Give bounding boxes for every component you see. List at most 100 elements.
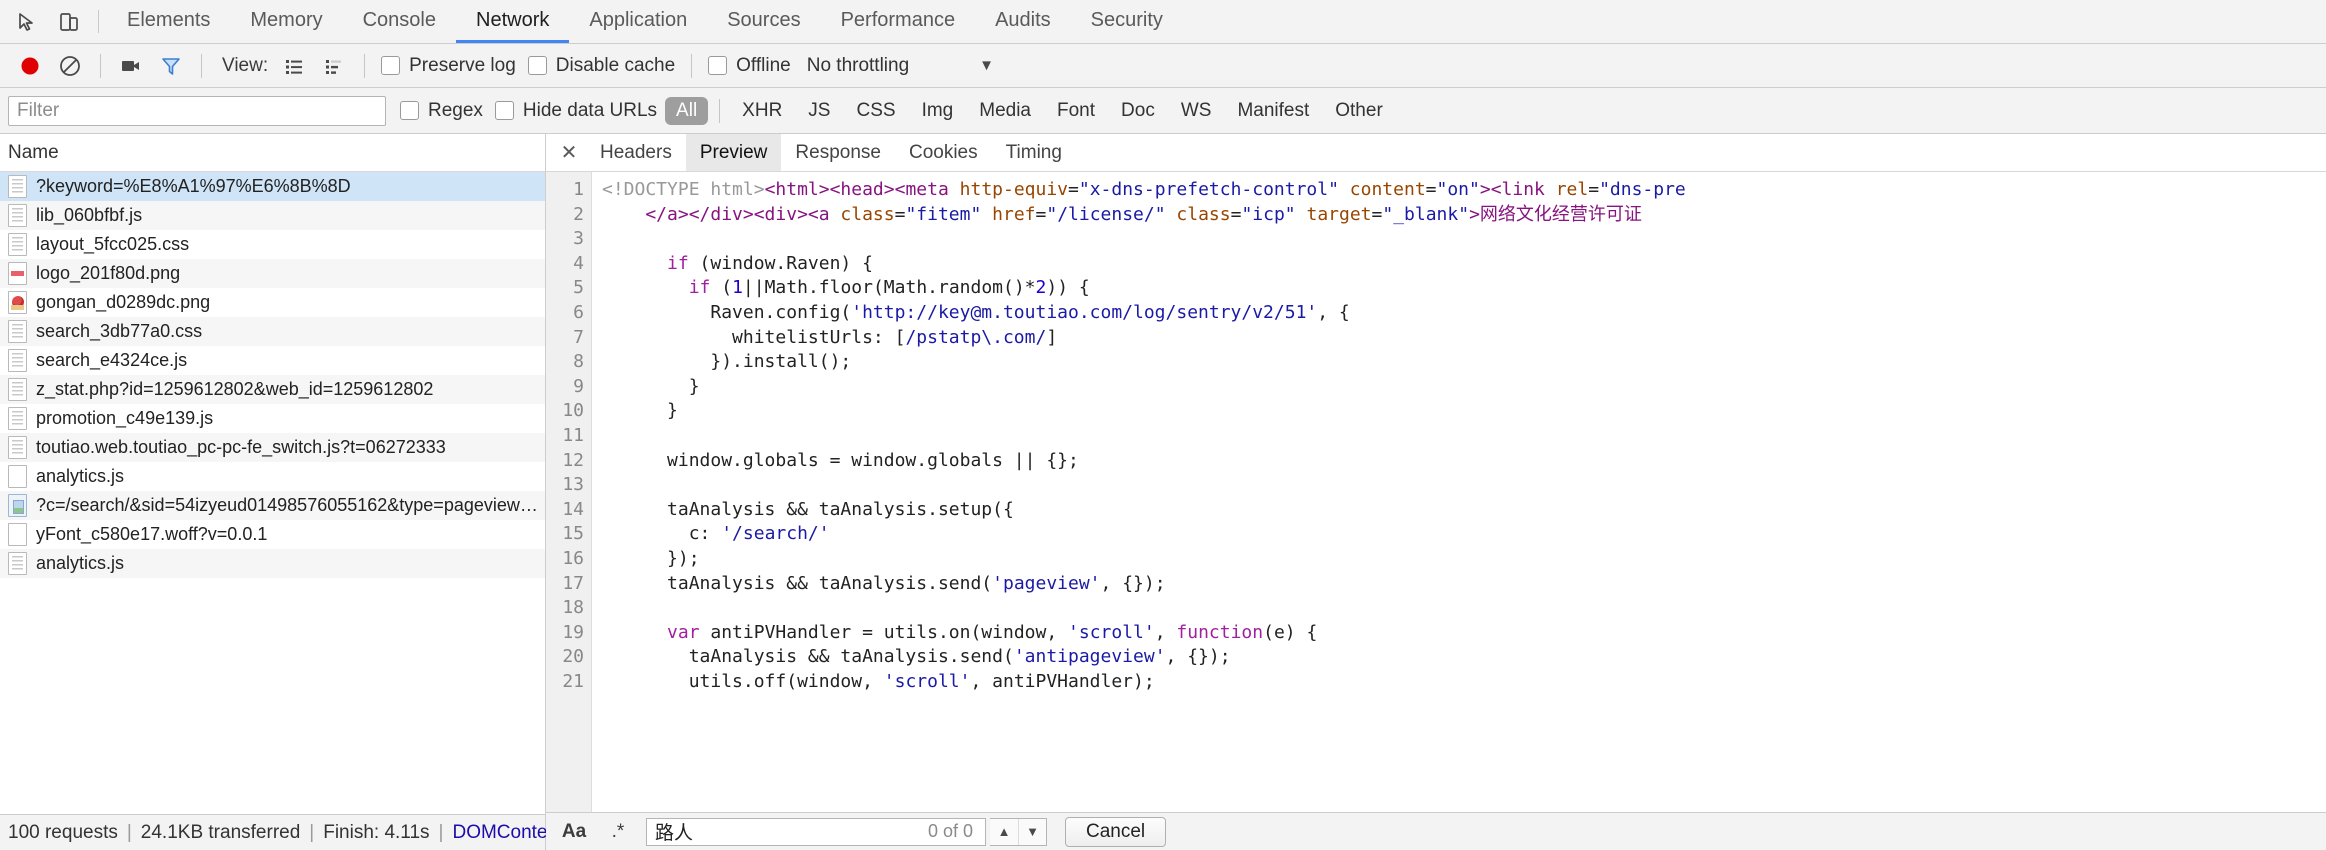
code-token: </a></div><div><a [602, 203, 841, 225]
request-row[interactable]: logo_201f80d.png [0, 259, 545, 288]
tab-elements[interactable]: Elements [107, 0, 230, 43]
line-number: 4 [573, 252, 584, 274]
tab-label: Network [476, 8, 550, 31]
tab-memory[interactable]: Memory [230, 0, 342, 43]
tab-network[interactable]: Network [456, 0, 570, 43]
record-circle-icon[interactable] [10, 46, 50, 86]
request-row[interactable]: promotion_c49e139.js [0, 404, 545, 433]
request-name: yFont_c580e17.woff?v=0.0.1 [36, 524, 268, 544]
tab-label: Performance [840, 8, 956, 31]
cancel-button[interactable]: Cancel [1065, 816, 1167, 847]
request-row[interactable]: layout_5fcc025.css [0, 230, 545, 259]
device-toolbar-icon[interactable] [48, 0, 90, 43]
filter-type-js[interactable]: JS [797, 97, 841, 125]
disable-cache-checkbox[interactable]: Disable cache [527, 55, 675, 77]
filter-type-all[interactable]: All [665, 96, 709, 125]
tab-label: Security [1090, 8, 1163, 31]
detail-tabbar: ✕ Headers Preview Response Cookies Timin… [546, 134, 2326, 172]
column-header-name[interactable]: Name [0, 134, 545, 172]
search-field-wrapper[interactable]: 0 of 0 [646, 817, 986, 846]
line-number: 18 [562, 597, 584, 619]
tab-cookies[interactable]: Cookies [895, 134, 992, 171]
request-row[interactable]: search_3db77a0.css [0, 317, 545, 346]
camera-icon[interactable] [111, 46, 151, 86]
tab-preview[interactable]: Preview [685, 134, 782, 171]
waterfall-view-icon[interactable] [314, 46, 354, 86]
filter-type-media[interactable]: Media [968, 97, 1042, 125]
clear-prohibited-icon[interactable] [50, 46, 90, 86]
close-icon[interactable]: ✕ [552, 134, 586, 171]
chevron-down-icon[interactable]: ▼ [1018, 818, 1046, 845]
code-line: </a></div><div><a class="fitem" href="/l… [602, 203, 2326, 228]
code-token: Raven.config( [602, 301, 852, 323]
document-icon [8, 407, 27, 430]
toolbar-divider [98, 10, 99, 33]
regex-checkbox[interactable]: Regex [400, 100, 483, 122]
tab-audits[interactable]: Audits [975, 0, 1071, 43]
code-line: utils.off(window, 'scroll', antiPVHandle… [602, 670, 2326, 695]
filter-type-other[interactable]: Other [1324, 97, 1394, 125]
filter-type-img[interactable]: Img [911, 97, 965, 125]
filter-type-css[interactable]: CSS [845, 97, 906, 125]
match-case-button[interactable]: Aa [554, 818, 594, 846]
list-view-icon[interactable] [274, 46, 314, 86]
tab-security[interactable]: Security [1071, 0, 1183, 43]
chevron-up-icon[interactable]: ▲ [990, 819, 1018, 845]
request-list[interactable]: ?keyword=%E8%A1%97%E6%8B%8D lib_060bfbf.j… [0, 172, 545, 814]
line-number: 3 [573, 228, 584, 250]
code-content[interactable]: <!DOCTYPE html><html><head><meta http-eq… [592, 172, 2326, 812]
throttling-select[interactable]: No throttling ▼ [807, 55, 994, 77]
request-name: search_3db77a0.css [36, 321, 203, 341]
preserve-log-checkbox[interactable]: Preserve log [381, 55, 516, 77]
funnel-icon[interactable] [151, 46, 191, 86]
line-number: 10 [562, 400, 584, 422]
hide-data-urls-checkbox[interactable]: Hide data URLs [494, 100, 657, 122]
document-icon [8, 349, 27, 372]
regex-search-button[interactable]: .* [598, 818, 638, 846]
filter-type-ws[interactable]: WS [1170, 97, 1223, 125]
code-line: } [602, 375, 2326, 400]
request-row[interactable]: ?c=/search/&sid=54izyeud01498576055162&t… [0, 491, 545, 520]
checkbox-box [708, 56, 728, 75]
filter-type-manifest[interactable]: Manifest [1226, 97, 1320, 125]
request-row[interactable]: search_e4324ce.js [0, 346, 545, 375]
checkbox-box [494, 101, 514, 120]
tab-headers[interactable]: Headers [586, 134, 686, 171]
filter-type-xhr[interactable]: XHR [731, 97, 793, 125]
request-row[interactable]: analytics.js [0, 462, 545, 491]
filter-type-doc[interactable]: Doc [1110, 97, 1166, 125]
code-token: = [1230, 203, 1242, 225]
code-token: rel [1555, 179, 1589, 200]
code-token: , { [1317, 301, 1350, 323]
tab-console[interactable]: Console [343, 0, 456, 43]
tab-application[interactable]: Application [569, 0, 707, 43]
request-row[interactable]: lib_060bfbf.js [0, 201, 545, 230]
filter-input[interactable] [8, 95, 386, 126]
request-row[interactable]: z_stat.php?id=1259612802&web_id=12596128… [0, 375, 545, 404]
search-input[interactable] [653, 819, 928, 844]
request-row[interactable]: analytics.js [0, 549, 545, 578]
code-line: window.globals = window.globals || {}; [602, 449, 2326, 474]
request-name: analytics.js [36, 466, 125, 486]
code-line: Raven.config('http://key@m.toutiao.com/l… [602, 301, 2326, 326]
offline-checkbox[interactable]: Offline [708, 55, 791, 77]
tab-sources[interactable]: Sources [707, 0, 820, 43]
filter-type-font[interactable]: Font [1046, 97, 1106, 125]
request-row[interactable]: yFont_c580e17.woff?v=0.0.1 [0, 520, 545, 549]
tab-label: Sources [727, 8, 801, 31]
code-token: "icp" [1241, 203, 1296, 225]
document-icon [8, 552, 27, 575]
request-row[interactable]: gongan_d0289dc.png [0, 288, 545, 317]
request-row[interactable]: ?keyword=%E8%A1%97%E6%8B%8D [0, 172, 545, 201]
tab-performance[interactable]: Performance [821, 0, 976, 43]
code-preview[interactable]: 1 2 3 4 5 6 7 8 9 10 11 12 13 14 15 16 17 18 19 20 21 <!DOCT… [546, 172, 2326, 812]
tab-response[interactable]: Response [781, 134, 895, 171]
request-row[interactable]: toutiao.web.toutiao_pc-pc-fe_switch.js?t… [0, 433, 545, 462]
line-number: 20 [562, 646, 584, 668]
code-token: , antiPVHandler); [970, 670, 1155, 692]
cursor-inspect-icon[interactable] [6, 0, 48, 43]
tab-timing[interactable]: Timing [992, 134, 1076, 171]
